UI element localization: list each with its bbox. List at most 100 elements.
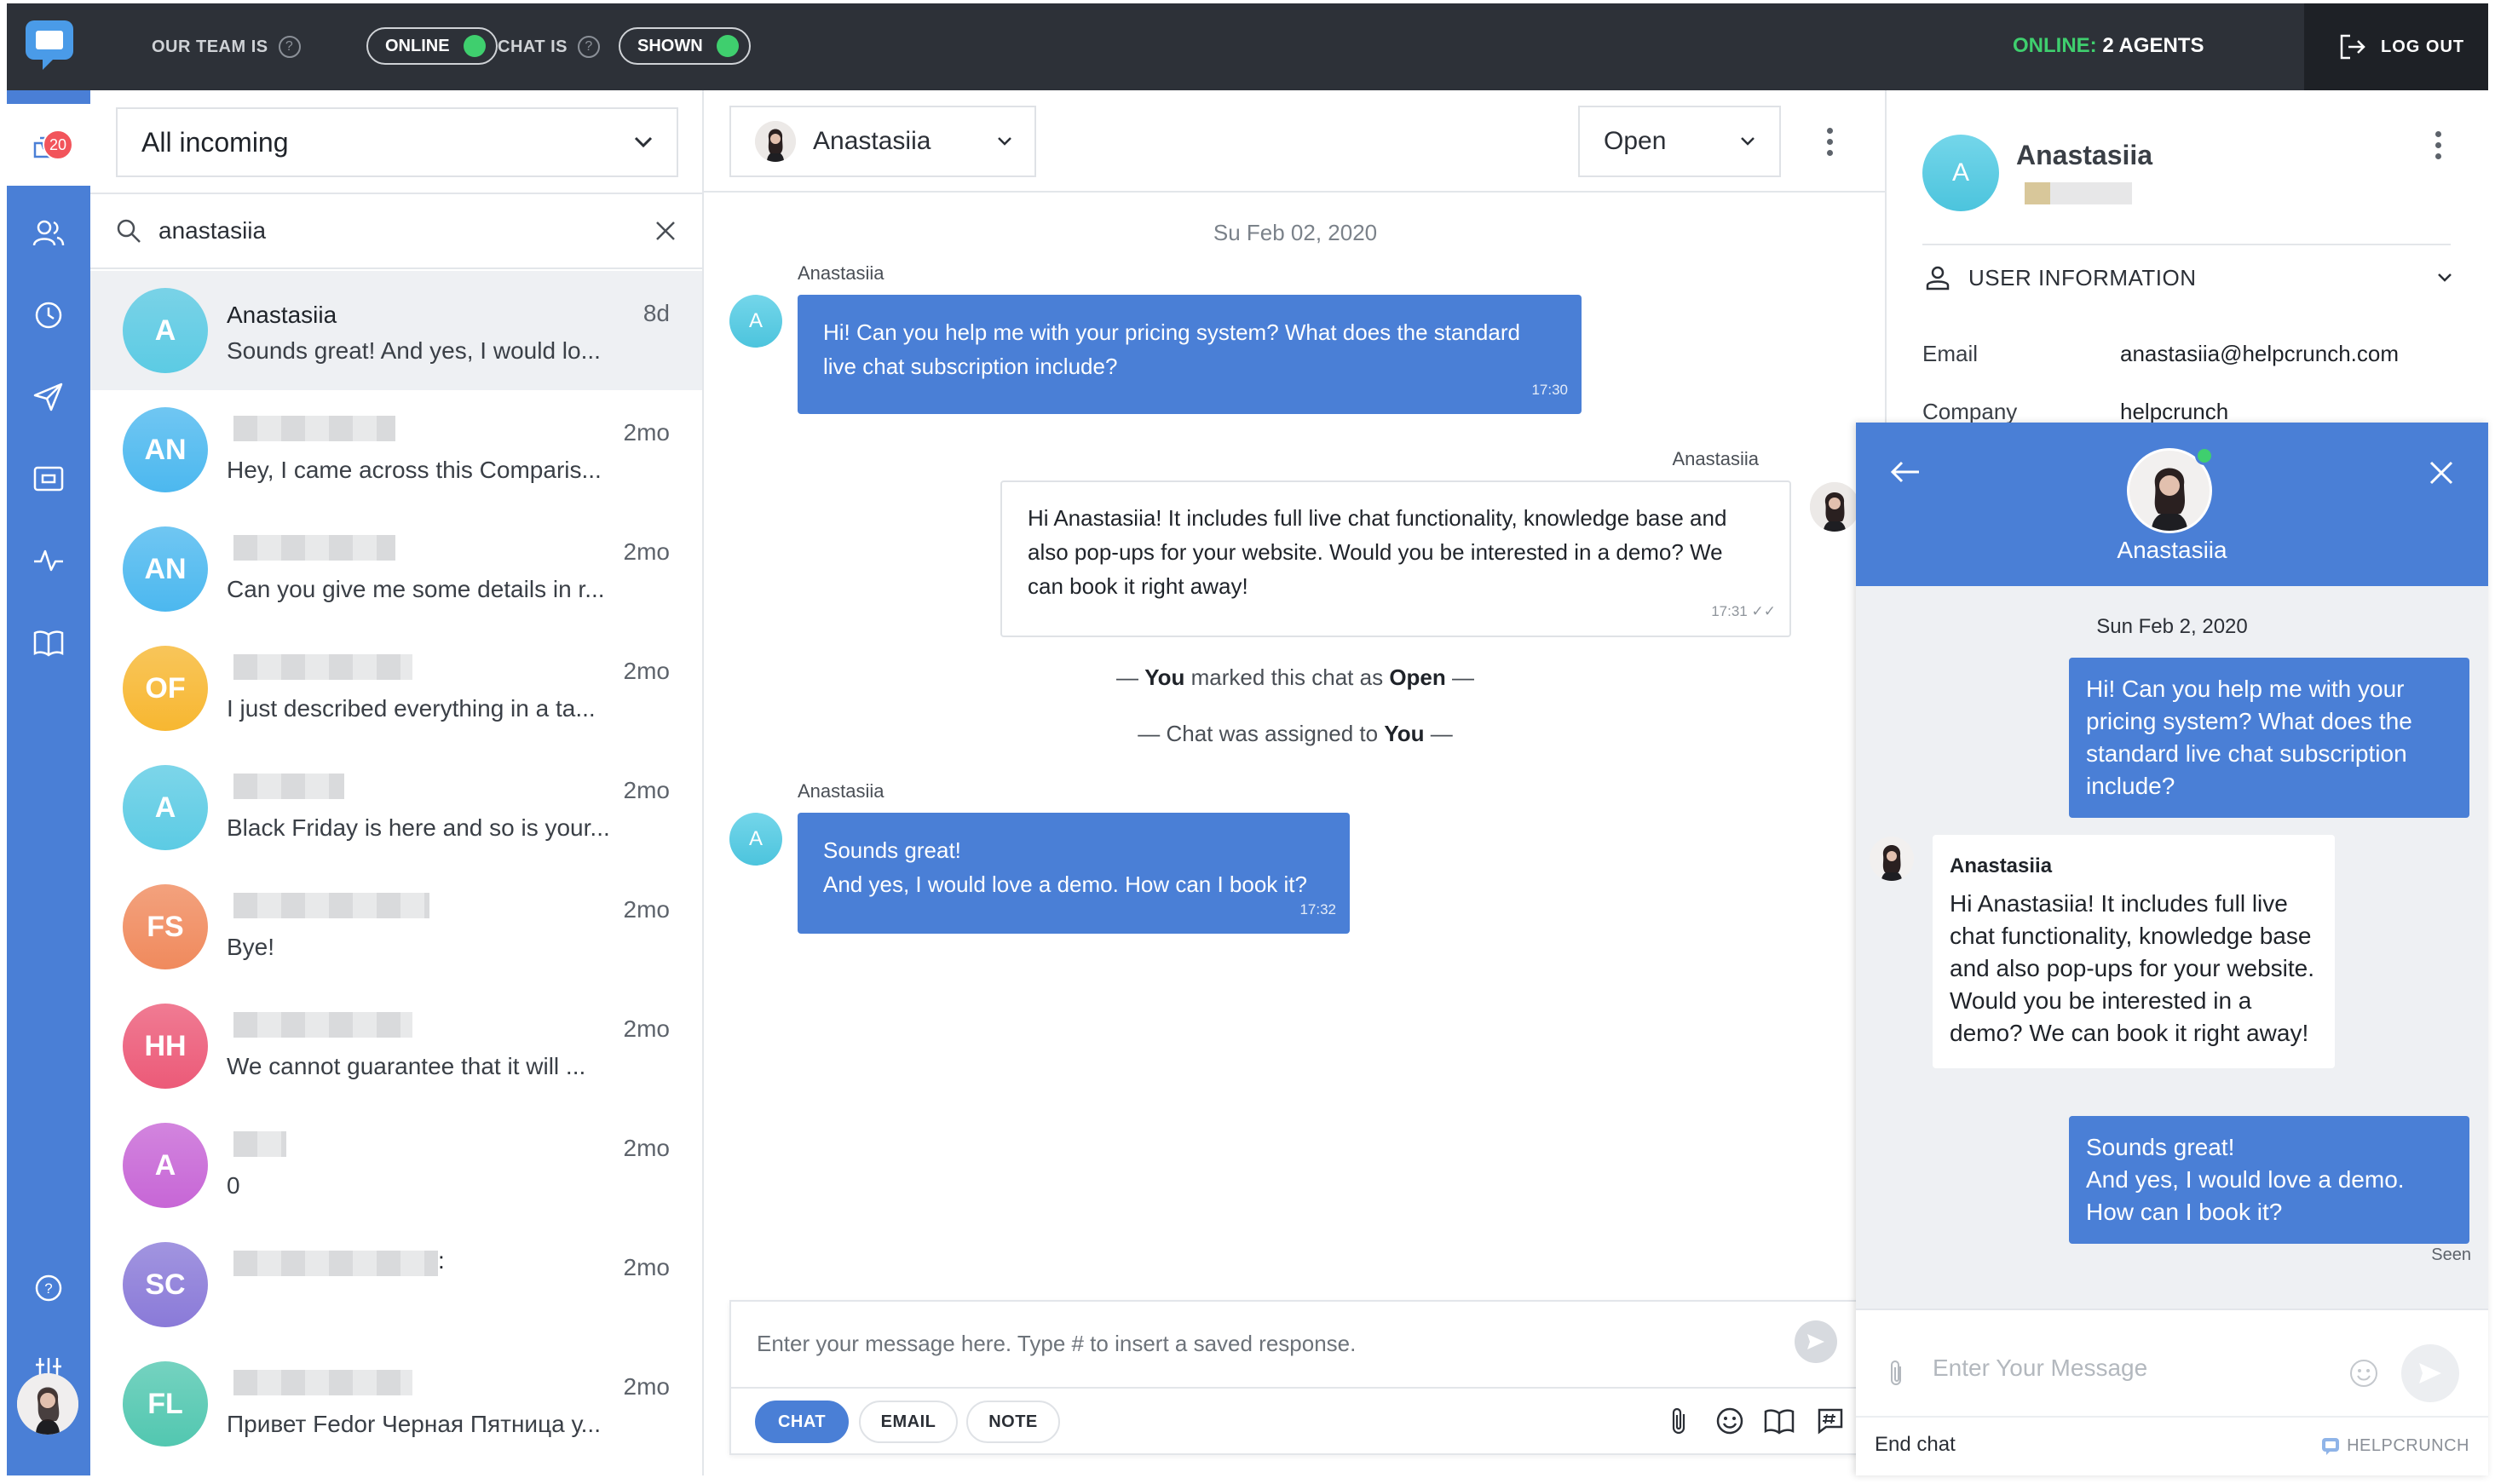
section-title: USER INFORMATION [1968, 264, 2197, 290]
chat-shown-toggle[interactable]: SHOWN [619, 27, 751, 65]
conversation-time: 2mo [623, 1373, 670, 1400]
chat-menu-icon[interactable] [1827, 128, 1833, 156]
chevron-down-icon [2438, 273, 2452, 282]
conversation-avatar: A [123, 1123, 208, 1208]
conversation-name-redacted [233, 1131, 286, 1157]
widget-message-author: Anastasiia [1950, 854, 2053, 877]
conversation-row[interactable]: A 2mo 0 [90, 1106, 702, 1225]
clear-search-icon[interactable] [654, 220, 677, 242]
conversation-row[interactable]: A 2mo Black Friday is here and so is your.… [90, 748, 702, 867]
conversation-row[interactable]: AN 2mo Can you give me some details in r..… [90, 509, 702, 629]
nav-campaigns[interactable] [7, 356, 90, 438]
widget-message-input[interactable]: Enter Your Message [1933, 1355, 2147, 1382]
nav-help[interactable]: ? [7, 1247, 90, 1329]
user-icon [1926, 266, 1950, 290]
customer-avatar: A [729, 295, 782, 348]
message-time-wrap: 17:31 ✓✓ [1711, 595, 1776, 629]
user-information-section-toggle[interactable]: USER INFORMATION [1924, 264, 2452, 291]
pulse-icon [34, 549, 63, 572]
chat-status-text: CHAT IS [498, 37, 568, 56]
saved-response-icon[interactable] [1813, 1404, 1847, 1438]
mode-note-button[interactable]: NOTE [966, 1401, 1060, 1443]
conversation-row[interactable]: HH 2mo We cannot guarantee that it will ..… [90, 986, 702, 1106]
company-value: helpcrunch [2120, 399, 2229, 424]
attach-icon[interactable] [1662, 1404, 1696, 1438]
toggle-on-indicator [463, 35, 486, 57]
mode-email-button[interactable]: EMAIL [859, 1401, 958, 1443]
widget-agent-name: Anastasiia [2117, 537, 2227, 563]
nav-knowledge-base[interactable] [7, 601, 90, 683]
question-icon[interactable]: ? [578, 36, 601, 58]
conversation-time: 2mo [623, 896, 670, 923]
chat-status-dropdown[interactable]: Open [1578, 106, 1781, 177]
user-menu-icon[interactable] [2435, 131, 2441, 159]
mode-chat-button[interactable]: CHAT [755, 1401, 849, 1443]
conversation-time: 8d [642, 300, 670, 326]
close-icon[interactable] [2429, 460, 2454, 486]
widget-agent-message: Anastasiia Hi Anastasiia! It includes fu… [1933, 835, 2335, 1068]
send-button[interactable] [1795, 1320, 1837, 1363]
conversation-preview: Sounds great! And yes, I would lo... [227, 337, 601, 364]
widget-header: Anastasiia [1856, 423, 2488, 586]
nav-rail: 20 ? [7, 90, 90, 1475]
send-icon [33, 383, 63, 411]
conversation-row[interactable]: OF 2mo I just described everything in a ta… [90, 629, 702, 748]
conversation-name-redacted [233, 654, 412, 680]
message-input[interactable]: Enter your message here. Type # to inser… [757, 1331, 1356, 1357]
end-chat-link[interactable]: End chat [1875, 1433, 1956, 1457]
agent-photo-icon [1810, 482, 1859, 532]
system-assign-message: — Chat was assigned to You — [1138, 721, 1453, 746]
nav-reports[interactable] [7, 520, 90, 601]
agent-photo-icon [755, 121, 796, 162]
inbox-filter-dropdown[interactable]: All incoming [116, 107, 678, 177]
chat-status-label: CHAT IS ? [498, 36, 601, 58]
assignee-dropdown[interactable]: Anastasiia [729, 106, 1036, 177]
conversation-name-redacted [233, 774, 344, 799]
team-online-toggle[interactable]: ONLINE [366, 27, 498, 65]
widget-footer-row: End chat HELPCRUNCH [1856, 1416, 2488, 1475]
back-arrow-icon[interactable] [1890, 460, 1921, 484]
book-icon [33, 630, 64, 657]
customer-message: Sounds great! And yes, I would love a de… [798, 813, 1350, 934]
knowledge-base-icon[interactable] [1762, 1404, 1796, 1438]
conversation-avatar: AN [123, 407, 208, 492]
logout-button[interactable]: LOG OUT [2304, 3, 2488, 90]
attach-icon[interactable] [1887, 1358, 1905, 1389]
conversation-row[interactable]: FS 2mo Bye! [90, 867, 702, 986]
search-icon [117, 219, 141, 243]
logo[interactable] [7, 3, 90, 90]
nav-popups[interactable] [7, 438, 90, 520]
conversation-avatar: A [123, 765, 208, 850]
emoji-icon[interactable] [2348, 1358, 2379, 1389]
send-icon [2419, 1363, 2441, 1383]
message-time: 17:31 [1711, 603, 1748, 619]
conversation-row[interactable]: SC: 2mo [90, 1225, 702, 1344]
chevron-down-icon [998, 137, 1011, 146]
widget-send-button[interactable] [2401, 1344, 2459, 1402]
question-icon[interactable]: ? [278, 36, 301, 58]
conversation-name-redacted [233, 1370, 412, 1395]
message-text: Hi Anastasiia! It includes full live cha… [1028, 505, 1727, 599]
helpcrunch-logo-icon [2322, 1437, 2340, 1455]
agent-avatar[interactable] [17, 1373, 78, 1435]
help-icon: ? [35, 1274, 62, 1302]
search-input[interactable]: anastasiia [158, 217, 637, 244]
nav-history[interactable] [7, 274, 90, 356]
conversation-name-suffix: : [438, 1247, 445, 1274]
conversation-list-panel: All incoming anastasiia A Anastasiia 8d Sou… [90, 90, 704, 1475]
conversation-row[interactable]: FL 2mo Привет Fedor Черная Пятница у... [90, 1344, 702, 1464]
agent-avatar [1810, 482, 1859, 532]
customer-message: Hi! Can you help me with your pricing sy… [798, 295, 1582, 414]
conversation-row[interactable]: AN 2mo Hey, I came across this Comparis... [90, 390, 702, 509]
nav-inbox[interactable]: 20 [7, 104, 90, 186]
conversation-name: Anastasiia [227, 302, 337, 328]
conversation-avatar: FL [123, 1361, 208, 1447]
helpcrunch-brand[interactable]: HELPCRUNCH [2321, 1436, 2469, 1456]
emoji-icon[interactable] [1713, 1404, 1747, 1438]
conversation-row[interactable]: A Anastasiia 8d Sounds great! And yes, I wo… [90, 271, 702, 390]
conversation-preview: Can you give me some details in r... [227, 576, 605, 602]
nav-contacts[interactable] [7, 193, 90, 274]
widget-footer: Enter Your Message End chat HELPCRUNCH [1856, 1309, 2488, 1475]
user-subtitle-redacted [2025, 182, 2132, 204]
assignee-avatar [755, 121, 796, 162]
